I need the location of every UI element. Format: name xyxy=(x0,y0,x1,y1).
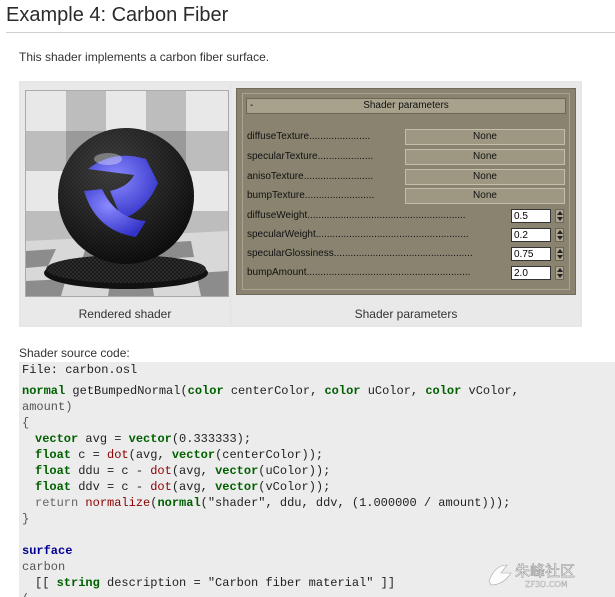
rollout-header[interactable]: - Shader parameters xyxy=(246,98,566,114)
specular-texture-button[interactable]: None xyxy=(405,149,565,165)
aniso-texture-button[interactable]: None xyxy=(405,169,565,185)
diffuse-texture-button[interactable]: None xyxy=(405,129,565,145)
param-row-diffuse-weight: diffuseWeight...........................… xyxy=(247,208,569,224)
spinner-arrows[interactable] xyxy=(555,209,564,223)
panel-inner: - Shader parameters diffuseTexture......… xyxy=(242,93,570,290)
param-row-diffuse-texture: diffuseTexture...................... Non… xyxy=(247,129,569,145)
specular-weight-input[interactable] xyxy=(511,228,551,242)
spinner-down-icon[interactable] xyxy=(557,274,563,278)
code-line: normal getBumpedNormal(color centerColor… xyxy=(22,384,519,398)
param-row-specular-texture: specularTexture.................... None xyxy=(247,149,569,165)
shader-parameters-panel: - Shader parameters diffuseTexture......… xyxy=(236,88,576,295)
code-line: { xyxy=(22,416,30,430)
code-line: float c = dot(avg, vector(centerColor)); xyxy=(35,448,324,462)
intro-text: This shader implements a carbon fiber su… xyxy=(19,50,270,64)
render-cell: Rendered shader xyxy=(21,83,229,325)
code-line: amount) xyxy=(22,400,73,414)
spinner-down-icon[interactable] xyxy=(557,255,563,259)
right-caption: Shader parameters xyxy=(354,307,458,321)
spinner-up-icon[interactable] xyxy=(557,230,563,234)
code-line: vector avg = vector(0.333333); xyxy=(35,432,252,446)
specular-glossiness-input[interactable] xyxy=(511,247,551,261)
params-cell: - Shader parameters diffuseTexture......… xyxy=(232,83,580,325)
rendered-shader-image xyxy=(25,90,229,297)
watermark-text: 朱峰社区 xyxy=(515,562,575,580)
code-line: surface xyxy=(22,544,73,558)
spinner-down-icon[interactable] xyxy=(557,236,563,240)
code-line: } xyxy=(22,512,30,526)
diffuse-weight-input[interactable] xyxy=(511,209,551,223)
spinner-down-icon[interactable] xyxy=(557,217,563,221)
spinner-arrows[interactable] xyxy=(555,228,564,242)
bump-amount-input[interactable] xyxy=(511,266,551,280)
collapse-toggle[interactable]: - xyxy=(250,99,253,113)
code-line: float ddu = c - dot(avg, vector(uColor))… xyxy=(35,464,331,478)
spinner-arrows[interactable] xyxy=(555,266,564,280)
code-line: [[ string description = "Carbon fiber ma… xyxy=(35,576,396,590)
param-label: diffuseTexture...................... xyxy=(247,131,371,142)
code-line: return normalize(normal("shader", ddu, d… xyxy=(35,496,511,510)
spinner-arrows[interactable] xyxy=(555,247,564,261)
param-row-specular-glossiness: specularGlossiness......................… xyxy=(247,246,569,262)
watermark-subtext: ZF3D.COM xyxy=(525,580,568,589)
source-code-label: Shader source code: xyxy=(19,346,130,360)
param-label: specularGlossiness......................… xyxy=(247,248,473,259)
param-label: specularTexture.................... xyxy=(247,151,374,162)
watermark-logo: 朱峰社区 ZF3D.COM xyxy=(485,559,605,589)
code-line: carbon xyxy=(22,560,66,574)
param-row-bump-texture: bumpTexture......................... Non… xyxy=(247,188,569,204)
watermark-mark: 朱峰社区 ZF3D.COM xyxy=(488,562,575,589)
param-label: bumpTexture......................... xyxy=(247,190,375,201)
param-label: anisoTexture......................... xyxy=(247,171,374,182)
param-label: bumpAmount..............................… xyxy=(247,267,471,278)
param-label: diffuseWeight...........................… xyxy=(247,210,466,221)
param-label: specularWeight..........................… xyxy=(247,229,469,240)
param-row-bump-amount: bumpAmount..............................… xyxy=(247,265,569,281)
carbon-sphere-render xyxy=(26,91,228,296)
param-row-specular-weight: specularWeight..........................… xyxy=(247,227,569,243)
page-title: Example 4: Carbon Fiber xyxy=(6,4,615,33)
figure-table: Rendered shader - Shader parameters diff… xyxy=(19,81,582,327)
spinner-up-icon[interactable] xyxy=(557,211,563,215)
bump-texture-button[interactable]: None xyxy=(405,188,565,204)
spinner-up-icon[interactable] xyxy=(557,249,563,253)
code-file-name: File: carbon.osl xyxy=(22,363,138,377)
spinner-up-icon[interactable] xyxy=(557,268,563,272)
code-line: ( xyxy=(22,591,29,597)
rollout-title: Shader parameters xyxy=(363,100,449,111)
param-row-aniso-texture: anisoTexture......................... No… xyxy=(247,169,569,185)
left-caption: Rendered shader xyxy=(78,307,172,321)
code-line: float ddv = c - dot(avg, vector(vColor))… xyxy=(35,480,331,494)
